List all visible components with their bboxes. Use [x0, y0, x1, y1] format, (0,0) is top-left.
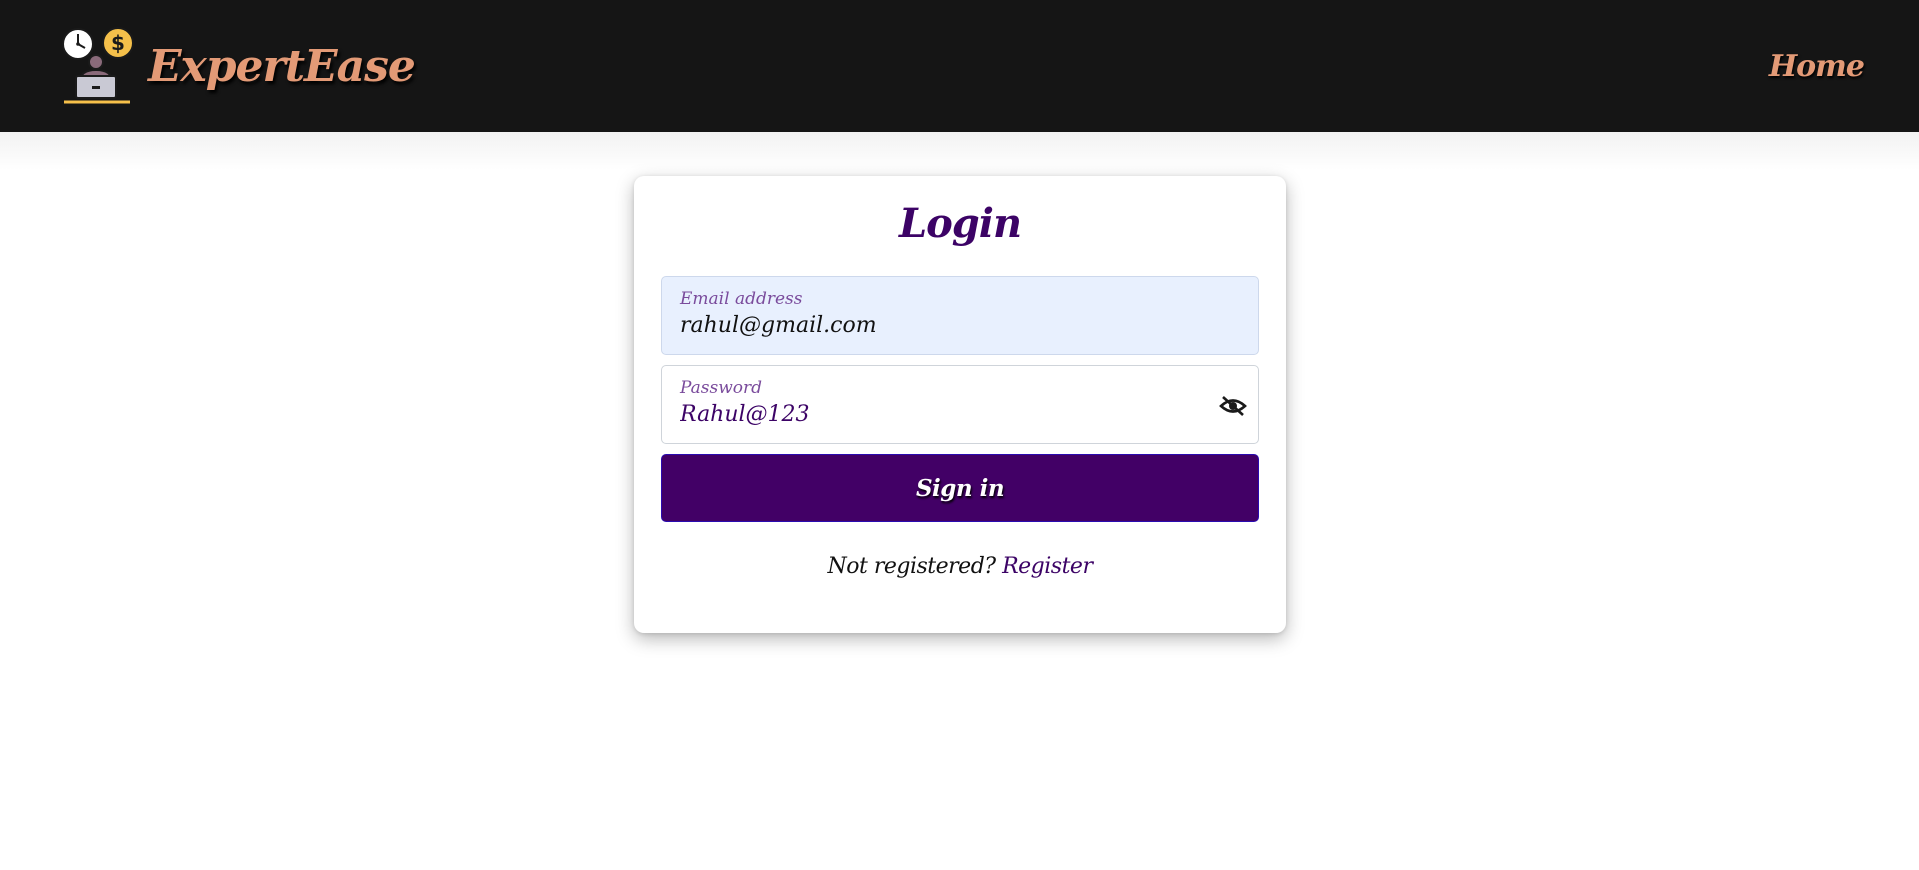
brand-link[interactable]: $ ExpertEase [58, 26, 416, 106]
password-visibility-toggle[interactable] [1218, 394, 1248, 418]
register-prompt: Not registered? [827, 554, 997, 579]
login-card: Login Email address Password Sign in Not… [634, 176, 1286, 633]
register-row: Not registered? Register [661, 554, 1259, 579]
page-title: Login [898, 200, 1022, 247]
password-input[interactable] [680, 400, 1200, 430]
sign-in-button[interactable]: Sign in [661, 454, 1259, 522]
nav-home-link[interactable]: Home [1769, 49, 1865, 84]
eye-slash-icon [1219, 396, 1247, 416]
password-field[interactable]: Password [661, 365, 1259, 444]
password-label: Password [680, 378, 763, 398]
laptop-clock-dollar-icon: $ [62, 27, 134, 104]
email-field[interactable]: Email address [661, 276, 1259, 355]
email-input[interactable] [680, 311, 1200, 341]
svg-text:$: $ [111, 31, 125, 55]
brand-name: ExpertEase [148, 40, 416, 92]
register-link[interactable]: Register [1002, 554, 1093, 579]
email-label: Email address [680, 289, 803, 309]
navbar: $ ExpertEase Home [0, 0, 1919, 170]
